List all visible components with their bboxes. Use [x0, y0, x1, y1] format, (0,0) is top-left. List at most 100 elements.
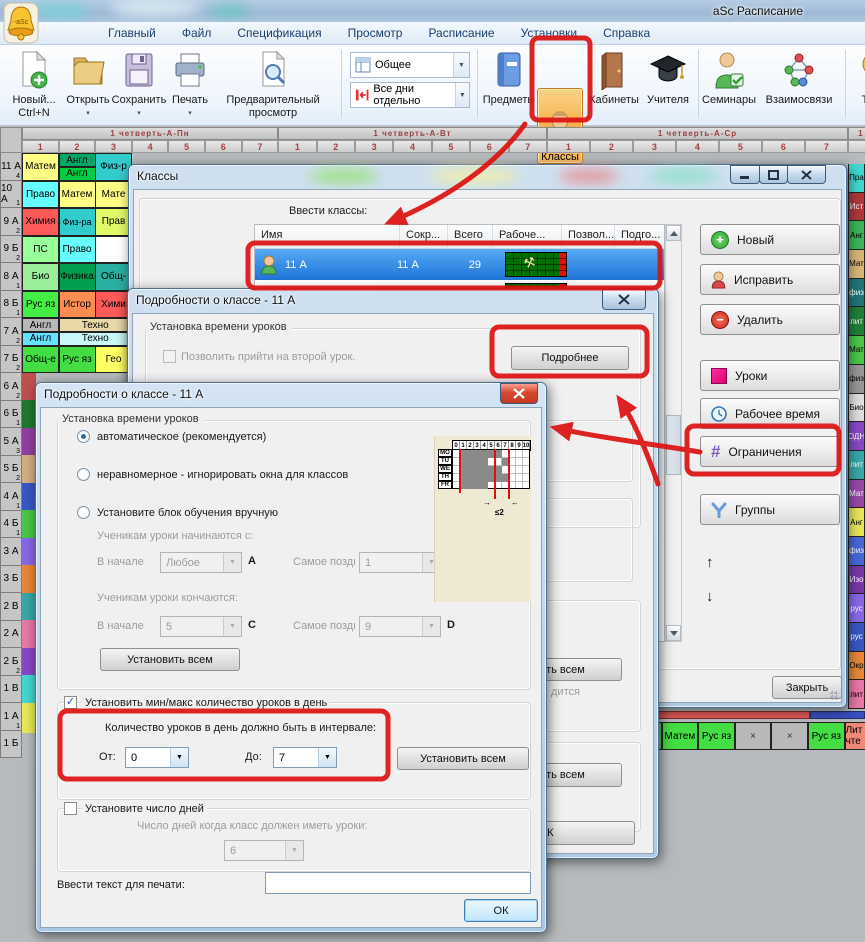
class-row-label[interactable]: 5 А3 [0, 428, 22, 456]
title-bar[interactable]: aSc Расписание [0, 0, 865, 22]
lesson-cell[interactable]: Анг [848, 221, 865, 250]
radio-uneven[interactable] [77, 468, 90, 481]
list-header-row[interactable]: Имя Сокр... Всего Рабоче... Позвол... По… [255, 225, 664, 249]
groups-button[interactable]: Группы [700, 494, 840, 525]
move-down-button[interactable]: ↓ [706, 588, 714, 605]
constraints-button[interactable]: # Ограничения [700, 436, 840, 467]
lesson-cell[interactable]: Ист [848, 193, 865, 222]
class-row-label[interactable]: 2 Б2 [0, 648, 22, 676]
lesson-cell[interactable]: ОДН [848, 422, 865, 451]
allow-second-lesson-checkbox[interactable] [163, 350, 176, 363]
class-row-label[interactable]: 4 Б1 [0, 511, 22, 539]
to-select[interactable]: 7▼ [273, 747, 337, 768]
lesson-cell[interactable]: Лит чте [845, 722, 865, 750]
lesson-cell[interactable]: лит [848, 451, 865, 480]
class-row-label[interactable]: 7 Б2 [0, 346, 22, 374]
lesson-cell[interactable]: Матем [59, 181, 96, 209]
radio-manual[interactable] [77, 506, 90, 519]
lesson-cell[interactable]: Физ-р [95, 153, 132, 181]
lessons-button[interactable]: Уроки [700, 360, 840, 391]
class-row-label[interactable]: 6 А2 [0, 373, 22, 401]
teachers-button[interactable]: Учителя [640, 50, 696, 107]
menu-tab[interactable]: Файл [169, 22, 225, 44]
scrollbar-thumb[interactable] [666, 415, 681, 475]
class-row-label[interactable]: 1 В [0, 676, 22, 704]
class-row-label[interactable]: 6 Б1 [0, 401, 22, 429]
lesson-cell[interactable]: Общ-е [22, 346, 59, 374]
col-header-total[interactable]: Всего [448, 225, 493, 248]
new-class-button[interactable]: + Новый [700, 224, 840, 255]
chevron-down-icon[interactable]: ▼ [453, 53, 469, 77]
earliest-start-select[interactable]: Любое▼ [160, 552, 242, 573]
list-row-11a[interactable]: 11 А 11 А 29 ⚒ [255, 249, 664, 280]
lesson-cell[interactable]: лит [848, 307, 865, 336]
lesson-cell[interactable]: Физика [59, 263, 96, 291]
lesson-cell[interactable]: Мат [848, 250, 865, 279]
worktime-button[interactable]: Рабочее время [700, 398, 840, 429]
lesson-cell[interactable]: Рус яз [698, 722, 735, 750]
relations-button[interactable]: Взаимосвязи [760, 50, 838, 107]
lesson-cell[interactable]: Рус яз [59, 346, 96, 374]
class-row-label[interactable]: 2 В [0, 593, 22, 621]
scroll-up-icon[interactable] [666, 225, 681, 241]
col-header-prep[interactable]: Подго... [615, 225, 664, 248]
move-up-button[interactable]: ↑ [706, 554, 714, 571]
lesson-cell[interactable]: × [735, 722, 772, 750]
lesson-cell[interactable]: Техно [59, 318, 133, 332]
set-all-button[interactable]: Установить всем [100, 648, 240, 671]
resize-grip[interactable] [829, 690, 839, 700]
lesson-cell[interactable]: Био [22, 263, 59, 291]
earliest-end-select[interactable]: 5▼ [160, 616, 242, 637]
lesson-cell[interactable]: Англ [22, 318, 59, 332]
class-row-label[interactable]: 1 А1 [0, 703, 22, 731]
lesson-cell[interactable]: Право [59, 236, 96, 264]
chevron-down-icon[interactable]: ▼ [455, 83, 469, 107]
lesson-cell[interactable]: Рус яз [808, 722, 845, 750]
menu-tab[interactable]: Расписание [415, 22, 507, 44]
view-mode-select[interactable]: Общее ▼ [350, 52, 470, 78]
class-row-label[interactable]: 7 А2 [0, 318, 22, 346]
from-select[interactable]: 0▼ [125, 747, 189, 768]
minmax-checkbox[interactable]: ✓ [64, 696, 77, 709]
print-preview-button[interactable]: Предварительный просмотр [212, 50, 334, 120]
lesson-cell[interactable]: Матем [662, 722, 699, 750]
new-button[interactable]: Новый... Ctrl+N [6, 50, 62, 120]
col-header-allow[interactable]: Позвол... [562, 225, 615, 248]
app-logo-bell-icon[interactable]: -aSc [3, 2, 39, 44]
class-row-label[interactable]: 11 А4 [0, 153, 22, 181]
lesson-cell[interactable] [95, 236, 132, 264]
days-checkbox[interactable] [64, 802, 77, 815]
close-button[interactable] [602, 289, 646, 310]
lesson-cell[interactable]: Право [22, 181, 59, 209]
lesson-cell[interactable]: лит [848, 680, 865, 709]
col-header-short[interactable]: Сокр... [400, 225, 448, 248]
lesson-cell[interactable]: Окр [848, 652, 865, 681]
lesson-cell[interactable]: Химия [22, 208, 59, 236]
lesson-cell[interactable]: Англ [59, 153, 96, 167]
col-header-worktime[interactable]: Рабоче... [493, 225, 562, 248]
edit-class-button[interactable]: Исправить [700, 264, 840, 295]
lesson-cell[interactable]: Анг [848, 508, 865, 537]
scroll-down-icon[interactable] [666, 625, 681, 641]
lesson-cell[interactable]: Био [848, 394, 865, 423]
menu-tab[interactable]: Установки [508, 22, 590, 44]
ok-button[interactable]: ОК [464, 899, 538, 922]
set-all-button-2[interactable]: Установить всем [397, 747, 529, 770]
class-row-label[interactable]: 1 Б [0, 731, 22, 759]
class-row-label[interactable]: 9 Б2 [0, 236, 22, 264]
lesson-cell[interactable]: Физ-ра [59, 208, 96, 236]
lesson-cell[interactable]: Матем [22, 153, 59, 181]
col-header-name[interactable]: Имя [255, 225, 400, 248]
lesson-cell[interactable]: рус [848, 594, 865, 623]
days-count-select[interactable]: 6▼ [224, 840, 304, 861]
lesson-cell[interactable]: физ [848, 537, 865, 566]
class-row-label[interactable]: 4 А1 [0, 483, 22, 511]
lesson-cell[interactable]: Техно [59, 332, 133, 346]
lesson-cell[interactable]: Англ [59, 167, 96, 181]
days-mode-select[interactable]: Все дни отдельно ▼ [350, 82, 470, 108]
menu-tab[interactable]: Главный [95, 22, 169, 44]
latest-end-select[interactable]: 9▼ [359, 616, 441, 637]
lesson-cell[interactable]: Мат [848, 336, 865, 365]
lesson-cell[interactable]: физ [848, 365, 865, 394]
subjects-button[interactable]: Предметы [480, 50, 538, 107]
